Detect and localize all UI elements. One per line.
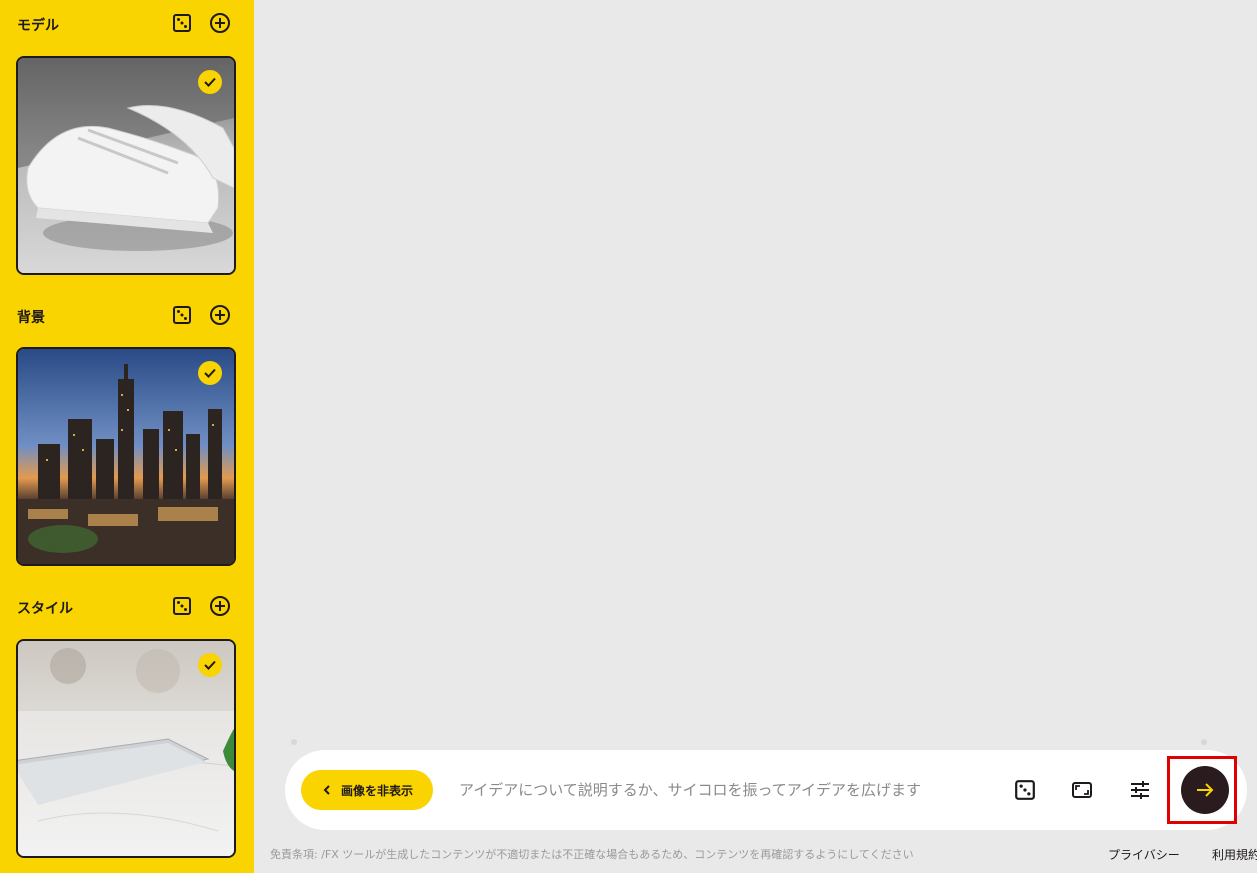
section-title-model: モデル [17,18,59,34]
model-randomize-button[interactable] [169,10,195,36]
style-randomize-button[interactable] [169,593,195,619]
chevron-left-icon [323,785,330,795]
dice-icon [173,306,191,324]
section-title-background: 背景 [17,310,45,326]
dice-icon [173,597,191,615]
style-add-button[interactable] [207,593,233,619]
sliders-icon [1131,781,1149,799]
decorative-dot [1201,739,1207,745]
background-image-card[interactable] [16,347,236,566]
dice-icon [173,14,191,32]
add-circle-icon [210,596,230,616]
send-button[interactable] [1181,766,1229,814]
add-circle-icon [210,13,230,33]
section-title-style: スタイル [17,601,73,617]
terms-link[interactable]: 利用規約 [1212,846,1257,863]
background-add-button[interactable] [207,302,233,328]
style-image-card[interactable] [16,639,236,858]
section-header-model: モデル [17,10,237,40]
prompt-input[interactable] [457,774,981,806]
model-selected-check-icon [198,70,222,94]
privacy-link[interactable]: プライバシー [1108,846,1180,863]
settings-sliders-button[interactable] [1126,776,1154,804]
sidebar: モデル 背景 スタイル [0,0,254,873]
style-selected-check-icon [198,653,222,677]
decorative-dot [291,739,297,745]
section-header-background: 背景 [17,302,237,332]
aspect-ratio-icon [1072,782,1092,798]
aspect-ratio-button[interactable] [1068,776,1096,804]
hide-images-button[interactable]: 画像を非表示 [301,770,433,810]
model-image-card[interactable] [16,56,236,275]
arrow-right-icon [1197,783,1214,797]
background-selected-check-icon [198,361,222,385]
background-randomize-button[interactable] [169,302,195,328]
model-add-button[interactable] [207,10,233,36]
footer-disclaimer: 免責条項: /FX ツールが生成したコンテンツが不適切または不正確な場合もあるた… [270,848,914,861]
randomize-prompt-button[interactable] [1011,776,1039,804]
prompt-composer: 画像を非表示 [285,750,1247,830]
dice-icon [1015,780,1035,800]
hide-images-label: 画像を非表示 [340,783,413,798]
section-header-style: スタイル [17,593,237,623]
add-circle-icon [210,305,230,325]
